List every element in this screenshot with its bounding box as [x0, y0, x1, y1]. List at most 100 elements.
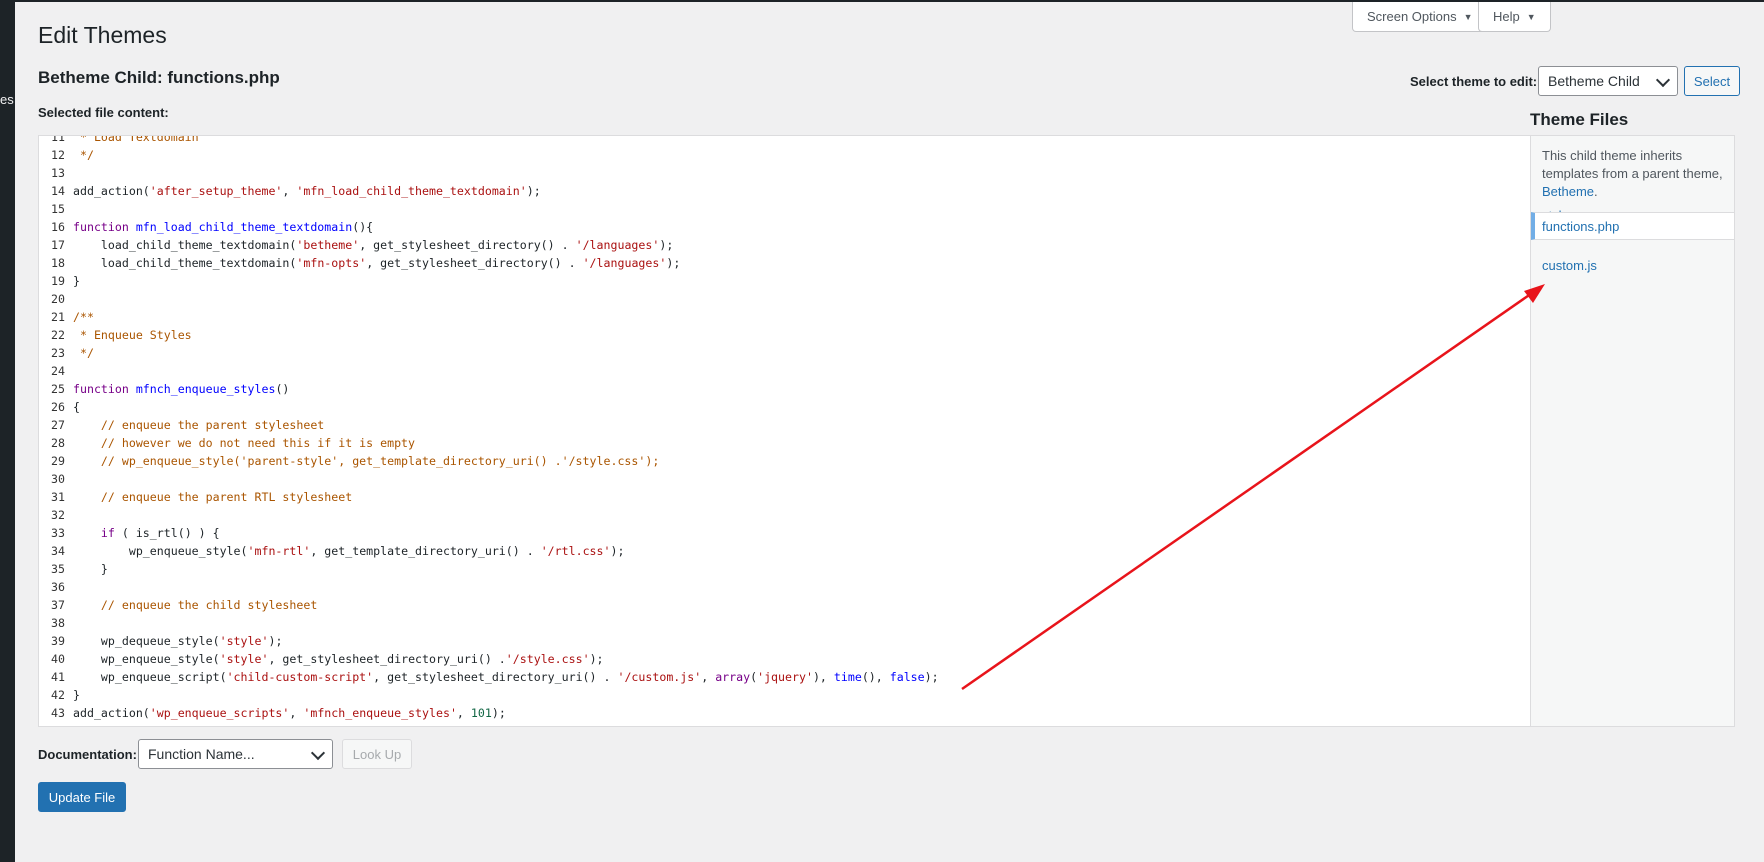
help-button[interactable]: Help ▼ [1478, 2, 1551, 32]
code-token: (), [861, 670, 890, 684]
look-up-button[interactable]: Look Up [342, 739, 412, 769]
line-content[interactable]: * Load Textdomain [65, 136, 199, 146]
code-line[interactable]: 23 */ [39, 344, 1535, 362]
line-content[interactable] [65, 164, 73, 182]
code-token: ); [491, 706, 506, 720]
code-editor[interactable]: 11 * Load Textdomain 12 */13 14 add_action(… [38, 135, 1552, 727]
file-item-functions-php[interactable]: functions.php [1531, 212, 1734, 240]
line-content[interactable]: */ [65, 344, 94, 362]
line-content[interactable]: wp_dequeue_style('style'); [65, 632, 283, 650]
code-line[interactable]: 33 if ( is_rtl() ) { [39, 524, 1535, 542]
line-content[interactable]: /** [65, 308, 94, 326]
code-token: */ [73, 148, 94, 162]
line-content[interactable] [65, 362, 73, 380]
code-line[interactable]: 24 [39, 362, 1535, 380]
code-line[interactable]: 17 load_child_theme_textdomain('betheme'… [39, 236, 1535, 254]
line-content[interactable]: if ( is_rtl() ) { [65, 524, 220, 542]
line-number: 31 [51, 490, 65, 504]
line-number: 16 [51, 220, 65, 234]
code-line[interactable]: 35 } [39, 560, 1535, 578]
line-content[interactable]: // however we do not need this if it is … [65, 434, 415, 452]
code-line[interactable]: 34 wp_enqueue_style('mfn-rtl', get_templ… [39, 542, 1535, 560]
select-theme-button[interactable]: Select [1684, 66, 1740, 96]
code-line[interactable]: 11 * Load Textdomain [39, 136, 1535, 146]
code-token: wp_enqueue_script( [73, 670, 227, 684]
line-content[interactable]: // enqueue the child stylesheet [65, 596, 317, 614]
code-line[interactable]: 13 [39, 164, 1535, 182]
line-content[interactable] [65, 614, 73, 632]
code-line[interactable]: 30 [39, 470, 1535, 488]
code-line[interactable]: 12 */ [39, 146, 1535, 164]
line-content[interactable]: load_child_theme_textdomain('mfn-opts', … [65, 254, 680, 272]
code-token: , [282, 184, 297, 198]
code-line[interactable]: 26 { [39, 398, 1535, 416]
inherit-note-period: . [1594, 184, 1598, 199]
line-content[interactable]: add_action('after_setup_theme', 'mfn_loa… [65, 182, 541, 200]
line-content[interactable]: function mfn_load_child_theme_textdomain… [65, 218, 373, 236]
line-content[interactable]: add_action('wp_enqueue_scripts', 'mfnch_… [65, 704, 506, 722]
line-content[interactable] [65, 470, 73, 488]
line-content[interactable]: } [65, 686, 80, 704]
code-line[interactable]: 43 add_action('wp_enqueue_scripts', 'mfnc… [39, 704, 1535, 722]
code-line[interactable]: 14 add_action('after_setup_theme', 'mfn_l… [39, 182, 1535, 200]
documentation-select[interactable]: Function Name... [138, 739, 333, 769]
code-line[interactable]: 32 [39, 506, 1535, 524]
code-line[interactable]: 21 /** [39, 308, 1535, 326]
code-line[interactable]: 20 [39, 290, 1535, 308]
code-line[interactable]: 42} [39, 686, 1535, 704]
line-content[interactable]: } [65, 272, 80, 290]
code-line[interactable]: 22 * Enqueue Styles [39, 326, 1535, 344]
parent-theme-link[interactable]: Betheme [1542, 184, 1594, 199]
line-content[interactable]: // enqueue the parent stylesheet [65, 416, 324, 434]
code-line[interactable]: 15 [39, 200, 1535, 218]
code-line[interactable]: 36 [39, 578, 1535, 596]
code-line[interactable]: 19} [39, 272, 1535, 290]
code-line[interactable]: 37 // enqueue the child stylesheet [39, 596, 1535, 614]
code-line[interactable]: 25 function mfnch_enqueue_styles() [39, 380, 1535, 398]
line-content[interactable] [65, 506, 73, 524]
code-line[interactable]: 29 // wp_enqueue_style('parent-style', g… [39, 452, 1535, 470]
code-line[interactable]: 27 // enqueue the parent stylesheet [39, 416, 1535, 434]
file-item-custom-js[interactable]: custom.js [1531, 251, 1734, 279]
theme-select[interactable]: Betheme Child [1538, 66, 1678, 96]
main-content: Screen Options ▼ Help ▼ Edit Themes Beth… [15, 0, 1764, 862]
code-token: function [73, 382, 129, 396]
line-content[interactable]: load_child_theme_textdomain('betheme', g… [65, 236, 673, 254]
code-lines[interactable]: 11 * Load Textdomain 12 */13 14 add_action(… [39, 136, 1535, 722]
line-content[interactable]: // wp_enqueue_style('parent-style', get_… [65, 452, 659, 470]
page-title: Edit Themes [38, 22, 167, 48]
code-token: wp_enqueue_style( [73, 544, 248, 558]
line-content[interactable]: */ [65, 146, 94, 164]
line-content[interactable]: } [65, 560, 108, 578]
line-content[interactable] [65, 290, 73, 308]
code-token: () [275, 382, 290, 396]
line-content[interactable]: * Enqueue Styles [65, 326, 192, 344]
code-line[interactable]: 39 wp_dequeue_style('style'); [39, 632, 1535, 650]
code-line[interactable]: 31 // enqueue the parent RTL stylesheet [39, 488, 1535, 506]
line-content[interactable]: wp_enqueue_script('child-custom-script',… [65, 668, 939, 686]
code-line[interactable]: 41 wp_enqueue_script('child-custom-scrip… [39, 668, 1535, 686]
code-token: ( is_rtl() ) { [114, 526, 220, 540]
sidebar-menu-fragment[interactable]: es [0, 92, 14, 107]
line-content[interactable]: function mfnch_enqueue_styles() [65, 380, 289, 398]
screen-options-button[interactable]: Screen Options ▼ [1352, 2, 1488, 32]
line-content[interactable]: { [65, 398, 80, 416]
line-content[interactable]: wp_enqueue_style('mfn-rtl', get_template… [65, 542, 625, 560]
code-token: add_action( [73, 706, 150, 720]
line-content[interactable]: // enqueue the parent RTL stylesheet [65, 488, 352, 506]
code-line[interactable]: 18 load_child_theme_textdomain('mfn-opts… [39, 254, 1535, 272]
code-line[interactable]: 40 wp_enqueue_style('style', get_stylesh… [39, 650, 1535, 668]
code-line[interactable]: 38 [39, 614, 1535, 632]
line-number: 40 [51, 652, 65, 666]
line-content[interactable]: wp_enqueue_style('style', get_stylesheet… [65, 650, 604, 668]
code-token: // enqueue the parent stylesheet [73, 418, 325, 432]
line-content[interactable] [65, 200, 73, 218]
update-file-button[interactable]: Update File [38, 782, 126, 812]
line-number: 13 [51, 166, 65, 180]
line-number: 12 [51, 148, 65, 162]
code-line[interactable]: 28 // however we do not need this if it … [39, 434, 1535, 452]
chevron-down-icon [1655, 72, 1671, 88]
code-line[interactable]: 16 function mfn_load_child_theme_textdoma… [39, 218, 1535, 236]
line-content[interactable] [65, 578, 73, 596]
